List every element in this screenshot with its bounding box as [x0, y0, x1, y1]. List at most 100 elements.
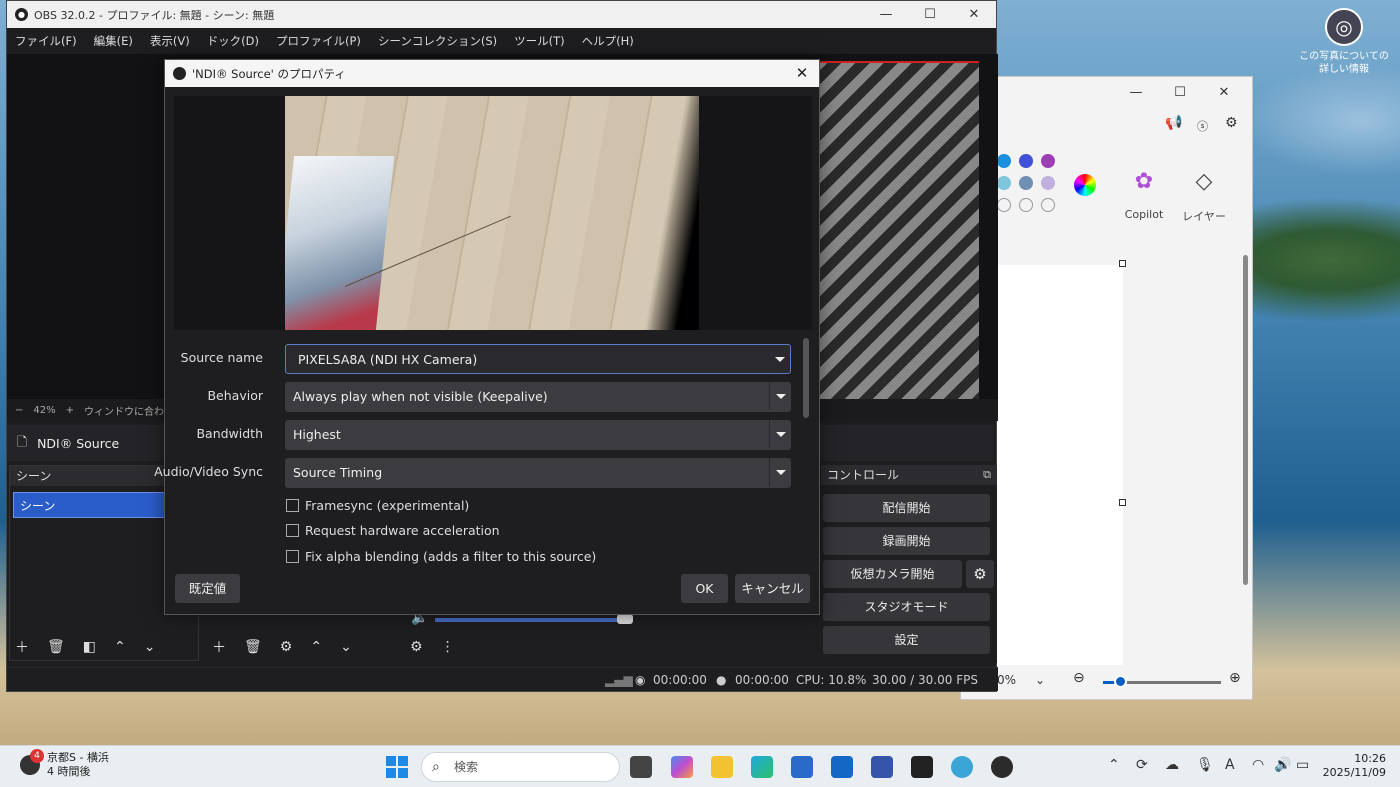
menu-scene-collection[interactable]: シーンコレクション(S): [378, 33, 497, 49]
gear-icon[interactable]: ⚙: [966, 560, 994, 588]
menu-dock[interactable]: ドック(D): [207, 33, 259, 49]
chevron-down-icon[interactable]: ⌄: [144, 639, 156, 655]
more-options-icon[interactable]: ⋮: [441, 639, 455, 655]
audio-settings-icon[interactable]: ⚙: [410, 639, 423, 655]
menu-file[interactable]: ファイル(F): [15, 33, 77, 49]
chevron-up-icon[interactable]: ⌃: [1108, 757, 1120, 773]
add-icon[interactable]: ＋: [15, 637, 29, 657]
obs-app-icon[interactable]: [991, 756, 1013, 778]
teams-icon[interactable]: [871, 756, 893, 778]
trash-icon[interactable]: 🗑: [47, 639, 65, 655]
announcement-icon[interactable]: 📢: [1165, 115, 1182, 131]
edge-browser-icon[interactable]: [751, 756, 773, 778]
bandwidth-select[interactable]: Highest: [285, 420, 791, 450]
volume-slider-knob[interactable]: [617, 614, 633, 624]
minimize-icon[interactable]: —: [1114, 81, 1158, 105]
add-icon[interactable]: ＋: [212, 637, 226, 657]
chevron-down-icon[interactable]: ⌄: [1035, 673, 1045, 687]
color-wheel-icon[interactable]: [1074, 174, 1096, 196]
sync-icon[interactable]: ⟳: [1136, 757, 1148, 773]
minimize-icon[interactable]: —: [864, 1, 908, 28]
start-recording-button[interactable]: 録画開始: [823, 527, 990, 555]
weather-widget[interactable]: 4 京都S - 横浜 4 時間後: [20, 749, 109, 779]
hw-accel-checkbox[interactable]: Request hardware acceleration: [286, 523, 500, 538]
framesync-checkbox[interactable]: Framesync (experimental): [286, 498, 469, 513]
studio-mode-button[interactable]: スタジオモード: [823, 593, 990, 621]
zoom-out-button[interactable]: −: [15, 405, 23, 416]
close-icon[interactable]: ✕: [952, 1, 996, 28]
color-swatch-empty[interactable]: [997, 198, 1011, 212]
color-swatch[interactable]: [997, 154, 1011, 168]
start-streaming-button[interactable]: 配信開始: [823, 494, 990, 522]
checkbox-box[interactable]: [286, 550, 299, 563]
menu-help[interactable]: ヘルプ(H): [582, 33, 634, 49]
menu-edit[interactable]: 編集(E): [94, 33, 133, 49]
start-virtual-camera-button[interactable]: 仮想カメラ開始: [823, 560, 962, 588]
battery-icon[interactable]: ▭: [1296, 757, 1309, 773]
checkbox-box[interactable]: [286, 524, 299, 537]
zoom-in-icon[interactable]: ⊕: [1229, 670, 1241, 686]
menu-view[interactable]: 表示(V): [150, 33, 190, 49]
defaults-button[interactable]: 既定値: [175, 574, 240, 603]
file-explorer-icon[interactable]: [711, 756, 733, 778]
store-icon[interactable]: [791, 756, 813, 778]
paint-window[interactable]: — ☐ ✕ 📢 ⓢ ⚙ ✿ Copilot ◇ レイヤー 0% ⌄ ⊖ ⊕: [960, 76, 1253, 700]
zoom-fit-button[interactable]: ウィンドウに合わせ: [84, 403, 174, 418]
vertical-scrollbar[interactable]: [1243, 255, 1248, 585]
chevron-up-icon[interactable]: ⌃: [310, 639, 322, 655]
vertical-scrollbar[interactable]: [803, 338, 809, 418]
settings-button[interactable]: 設定: [823, 626, 990, 654]
volume-slider[interactable]: [435, 618, 631, 622]
microphone-icon[interactable]: 🎙: [1196, 757, 1214, 773]
alpha-checkbox[interactable]: Fix alpha blending (adds a filter to thi…: [286, 549, 596, 564]
color-swatch[interactable]: [1041, 154, 1055, 168]
desktop-shortcut[interactable]: ◎ この写真についての詳しい情報: [1298, 8, 1390, 76]
undock-icon[interactable]: ⧉: [983, 468, 991, 482]
trash-icon[interactable]: 🗑: [244, 639, 262, 655]
behavior-select[interactable]: Always play when not visible (Keepalive): [285, 382, 791, 412]
cancel-button[interactable]: キャンセル: [735, 574, 810, 603]
zoom-out-icon[interactable]: ⊖: [1073, 670, 1085, 686]
color-swatch[interactable]: [1019, 154, 1033, 168]
color-swatch[interactable]: [997, 176, 1011, 190]
close-icon[interactable]: ✕: [791, 62, 813, 84]
source-name-combobox[interactable]: PIXELSA8A (NDI HX Camera): [285, 344, 791, 374]
zoom-slider-knob[interactable]: [1114, 675, 1127, 688]
ok-button[interactable]: OK: [681, 574, 728, 603]
copilot-tool[interactable]: ✿ Copilot: [1111, 169, 1177, 221]
close-icon[interactable]: ✕: [1202, 81, 1246, 105]
cloud-off-icon[interactable]: ☁: [1165, 757, 1179, 773]
maximize-icon[interactable]: ☐: [1158, 81, 1202, 105]
chevron-up-icon[interactable]: ⌃: [114, 639, 126, 655]
task-view-icon[interactable]: [630, 756, 652, 778]
menu-tools[interactable]: ツール(T): [514, 33, 565, 49]
chevron-down-icon[interactable]: [769, 458, 791, 486]
color-swatch-empty[interactable]: [1019, 198, 1033, 212]
account-icon[interactable]: ⓢ: [1197, 118, 1208, 134]
gear-icon[interactable]: ⚙: [280, 639, 293, 655]
wifi-icon[interactable]: ◠: [1252, 757, 1264, 773]
paint-canvas[interactable]: [997, 265, 1123, 689]
zoom-value[interactable]: 0%: [997, 673, 1016, 687]
filter-icon[interactable]: ◧: [83, 639, 96, 655]
color-swatch[interactable]: [1019, 176, 1033, 190]
sync-select[interactable]: Source Timing: [285, 458, 791, 488]
chevron-down-icon[interactable]: ⌄: [340, 639, 352, 655]
zoom-in-button[interactable]: +: [66, 405, 74, 416]
layers-tool[interactable]: ◇ レイヤー: [1171, 169, 1237, 224]
chevron-down-icon[interactable]: [769, 382, 791, 410]
color-swatch[interactable]: [1041, 176, 1055, 190]
ndi-icon[interactable]: [911, 756, 933, 778]
gear-icon[interactable]: ⚙: [1225, 115, 1238, 131]
chevron-down-icon[interactable]: [769, 420, 791, 448]
speaker-icon[interactable]: 🔊: [1274, 757, 1291, 773]
copilot-icon[interactable]: [671, 756, 693, 778]
maximize-icon[interactable]: ☐: [908, 1, 952, 28]
search-input[interactable]: ⌕ 検索: [421, 752, 620, 782]
outlook-icon[interactable]: [831, 756, 853, 778]
checkbox-box[interactable]: [286, 499, 299, 512]
ime-icon[interactable]: A: [1225, 757, 1235, 773]
start-button[interactable]: [386, 756, 408, 778]
menu-profile[interactable]: プロファイル(P): [276, 33, 361, 49]
color-swatch-empty[interactable]: [1041, 198, 1055, 212]
